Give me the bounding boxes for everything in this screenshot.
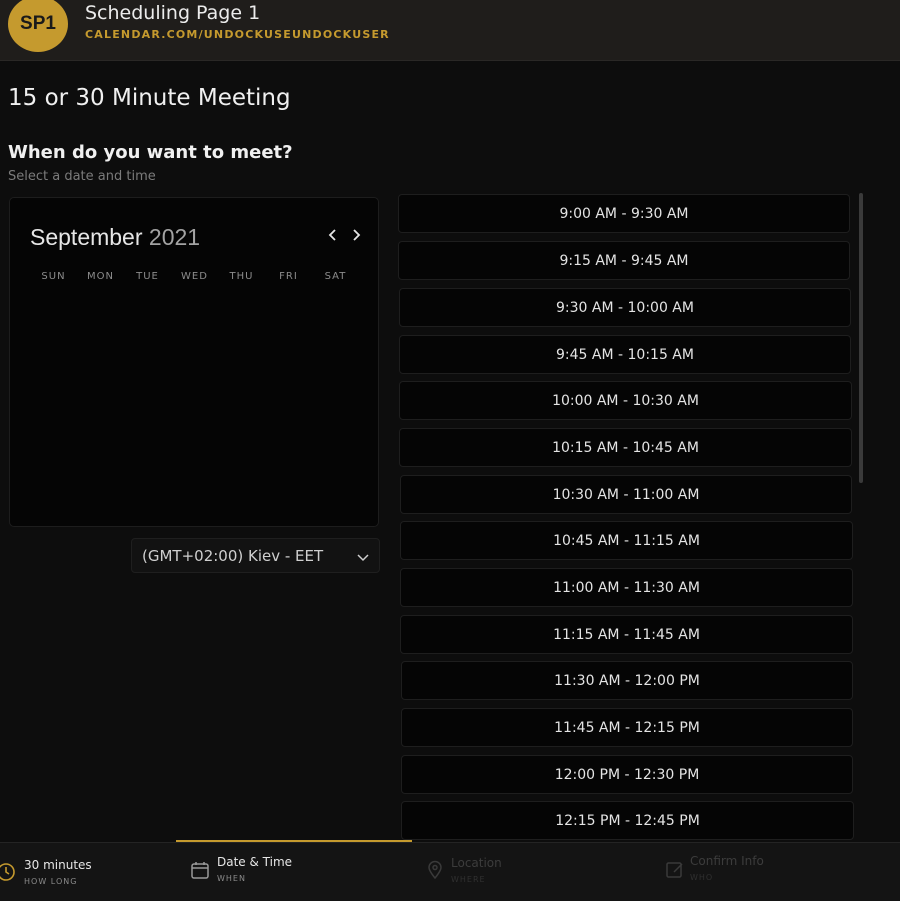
time-slot-button[interactable]: 12:00 PM - 12:30 PM [401,755,853,794]
step-sublabel: WHO [690,873,714,882]
avatar[interactable]: SP1 [8,0,68,52]
time-slot-button[interactable]: 9:15 AM - 9:45 AM [398,241,850,280]
page-title: 15 or 30 Minute Meeting [8,85,291,111]
chevron-left-icon[interactable] [324,224,342,246]
time-slot-button[interactable]: 10:15 AM - 10:45 AM [399,428,852,467]
time-slot-button[interactable]: 10:00 AM - 10:30 AM [399,381,852,420]
timezone-select[interactable]: (GMT+02:00) Kiev - EET [131,538,380,573]
time-slot-button[interactable]: 9:45 AM - 10:15 AM [399,335,851,374]
step-how-long[interactable]: 30 minutes HOW LONG [0,843,170,901]
time-slot-button[interactable]: 11:30 AM - 12:00 PM [401,661,853,700]
booking-steps-footer: 30 minutes HOW LONG Date & Time WHEN Loc… [0,842,900,901]
time-slot-button[interactable]: 9:00 AM - 9:30 AM [398,194,850,233]
calendar-year: 2021 [148,224,201,250]
time-slot-button[interactable]: 11:45 AM - 12:15 PM [401,708,853,747]
weekday-label: MON [87,271,114,282]
step-label: Confirm Info [690,854,764,868]
calendar-month: September [30,224,143,250]
step-sublabel: HOW LONG [24,877,78,886]
calendar-icon [190,860,210,880]
time-slot-button[interactable]: 10:45 AM - 11:15 AM [400,521,853,560]
app-header: SP1 Scheduling Page 1 CALENDAR.COM/UNDOC… [0,0,900,61]
step-label: Location [451,856,502,870]
time-slot-button[interactable]: 10:30 AM - 11:00 AM [400,475,852,514]
time-slot-button[interactable]: 9:30 AM - 10:00 AM [399,288,851,327]
location-pin-icon [425,860,445,880]
chevron-down-icon [356,549,370,563]
time-slot-scrollbar[interactable] [859,193,863,483]
weekday-label: SAT [324,271,347,282]
step-sublabel: WHERE [451,875,486,884]
edit-icon [665,860,685,880]
calendar-month-label: September 2021 [30,224,200,251]
scheduling-page-url[interactable]: CALENDAR.COM/UNDOCKUSEUNDOCKUSER [85,28,390,41]
chevron-right-icon[interactable] [347,224,365,246]
time-slot-button[interactable]: 12:15 PM - 12:45 PM [401,801,854,840]
time-slot-list[interactable]: 9:00 AM - 9:30 AM 9:15 AM - 9:45 AM 9:30… [398,193,854,840]
calendar: September 2021 SUN MON TUE WED THU FRI S… [9,197,379,527]
time-slot-button[interactable]: 11:00 AM - 11:30 AM [400,568,853,607]
step-when[interactable]: Date & Time WHEN [185,843,405,901]
step-where[interactable]: Location WHERE [420,843,640,901]
weekday-label: TUE [136,271,159,282]
weekday-label: WED [181,271,208,282]
weekday-label: FRI [279,271,298,282]
timezone-value: (GMT+02:00) Kiev - EET [142,547,324,565]
weekday-label: SUN [41,271,66,282]
time-slot-button[interactable]: 11:15 AM - 11:45 AM [400,615,853,654]
scheduling-page-title: Scheduling Page 1 [85,2,261,24]
step-who[interactable]: Confirm Info WHO [660,843,880,901]
step-label: Date & Time [217,855,293,869]
step-sublabel: WHEN [217,874,246,883]
step-label: 30 minutes [24,858,92,872]
clock-icon [0,862,16,882]
when-heading: When do you want to meet? [8,142,293,163]
weekday-label: THU [229,271,254,282]
when-subtext: Select a date and time [8,169,156,184]
calendar-weekdays: SUN MON TUE WED THU FRI SAT [30,271,360,282]
